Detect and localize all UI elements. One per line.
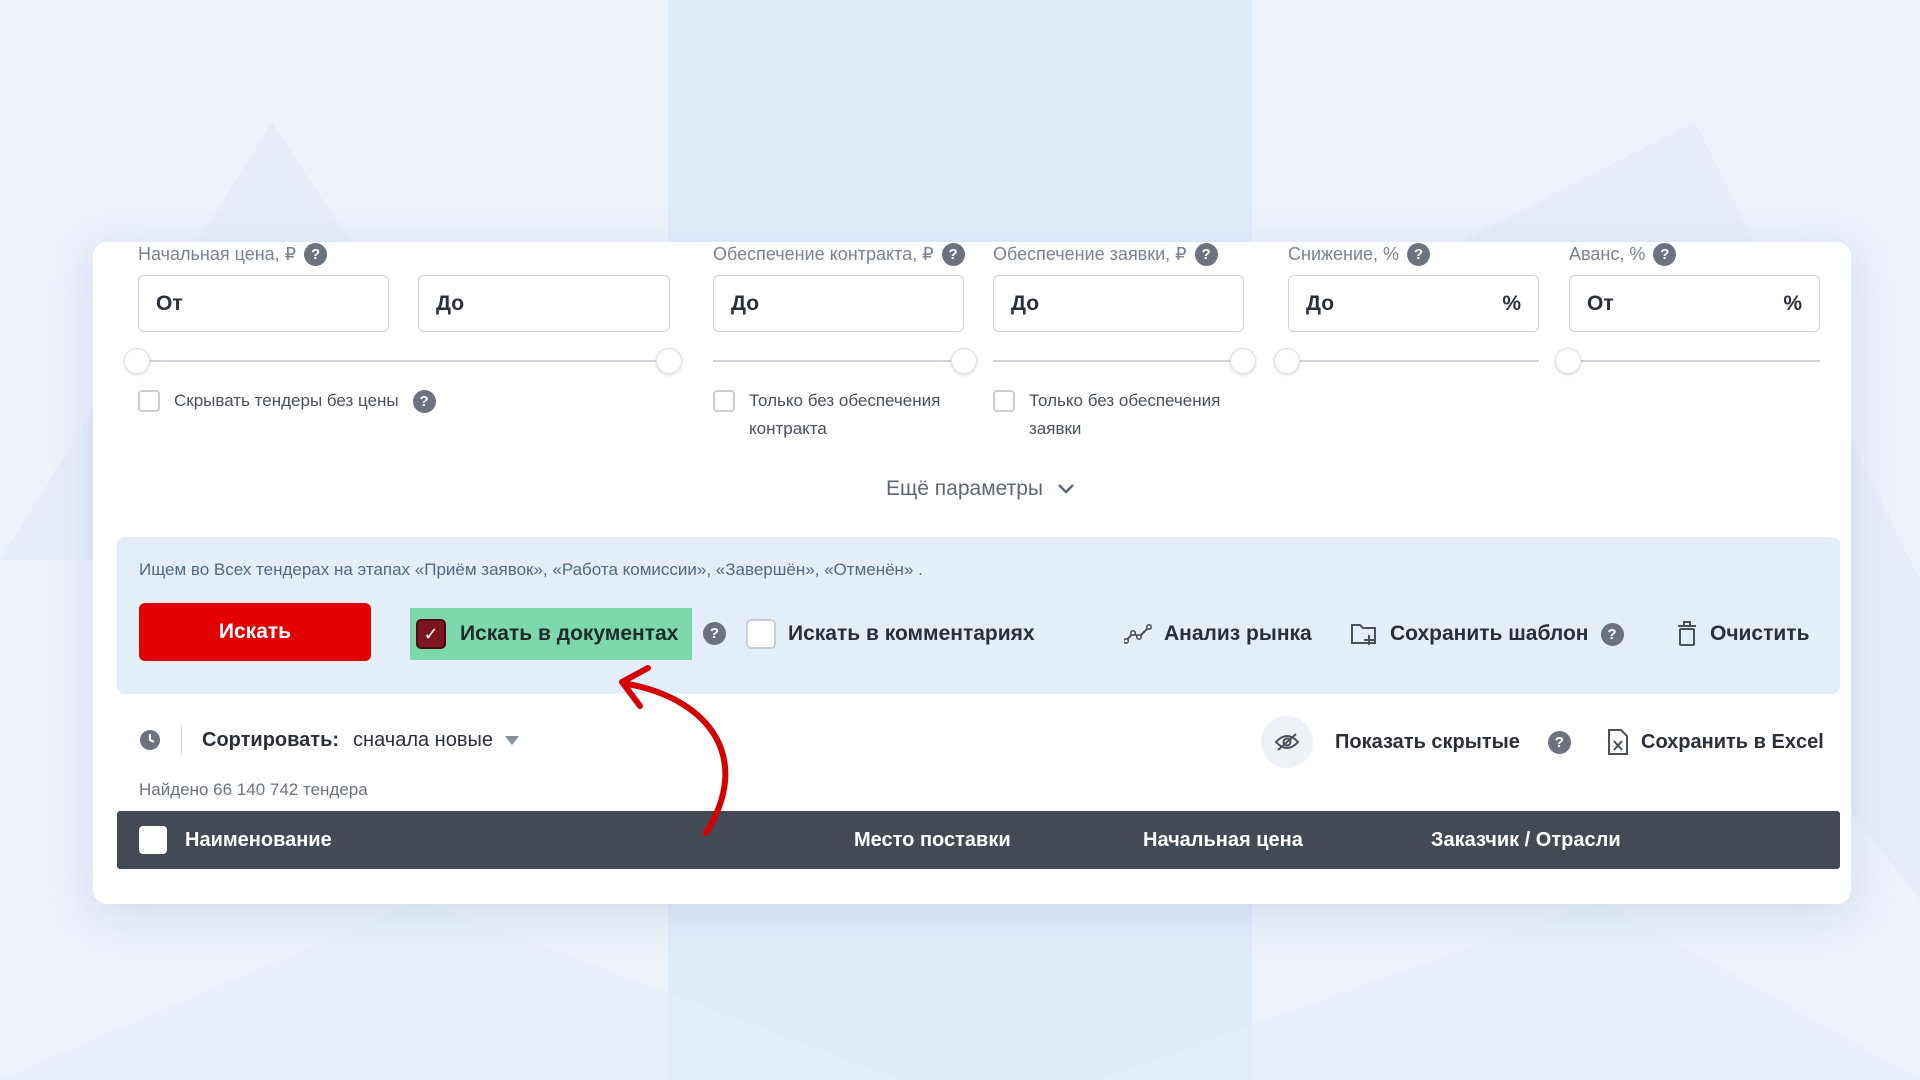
contract-security-label: Обеспечение контракта, ₽ ?: [713, 242, 965, 266]
sort-row: Сортировать: сначала новые: [139, 720, 519, 760]
sort-value: сначала новые: [353, 728, 493, 751]
contract-security-slider-track: [713, 360, 964, 362]
only-without-contract-security-row[interactable]: Только без обеспечения контракта: [713, 387, 973, 443]
search-panel: Ищем во Всех тендерах на этапах «Приём з…: [117, 537, 1840, 694]
help-icon[interactable]: ?: [1407, 242, 1431, 266]
save-template-button[interactable]: Сохранить шаблон ?: [1350, 608, 1624, 660]
bid-security-slider-track: [993, 360, 1244, 362]
more-params-label: Ещё параметры: [886, 477, 1044, 500]
save-excel-label: Сохранить в Excel: [1641, 730, 1824, 753]
search-in-comments-option[interactable]: Искать в комментариях: [746, 608, 1035, 660]
advance-slider-track: [1569, 360, 1820, 362]
chevron-down-icon: [1058, 484, 1074, 494]
search-in-documents-option[interactable]: ✓ Искать в документах: [410, 608, 692, 660]
column-start-price[interactable]: Начальная цена: [1143, 829, 1303, 852]
help-icon[interactable]: ?: [941, 242, 965, 266]
hide-without-price-checkbox[interactable]: [138, 390, 160, 412]
reduction-slider-handle[interactable]: [1274, 348, 1300, 374]
advance-label: Аванс, % ?: [1569, 242, 1677, 266]
results-count: Найдено 66 140 742 тендера: [139, 780, 368, 799]
percent-unit: %: [1502, 291, 1521, 315]
caret-down-icon: [504, 735, 519, 745]
clear-label: Очистить: [1710, 622, 1810, 645]
help-icon[interactable]: ?: [1600, 622, 1624, 646]
only-without-contract-security-checkbox[interactable]: [713, 390, 735, 412]
search-scope-info: Ищем во Всех тендерах на этапах «Приём з…: [139, 560, 923, 579]
start-price-label: Начальная цена, ₽ ?: [138, 242, 328, 266]
save-excel-button[interactable]: Сохранить в Excel: [1607, 716, 1824, 768]
reduction-label: Снижение, % ?: [1288, 242, 1431, 266]
bid-security-label: Обеспечение заявки, ₽ ?: [993, 242, 1218, 266]
only-without-contract-security-label: Только без обеспечения контракта: [749, 391, 941, 438]
only-without-bid-security-checkbox[interactable]: [993, 390, 1015, 412]
only-without-bid-security-row[interactable]: Только без обеспечения заявки: [993, 387, 1253, 443]
advance-slider-handle[interactable]: [1555, 348, 1581, 374]
select-all-checkbox[interactable]: [139, 826, 167, 854]
excel-file-icon: [1608, 729, 1628, 755]
sort-dropdown[interactable]: сначала новые: [353, 729, 519, 752]
clock-icon[interactable]: [139, 729, 161, 751]
search-in-documents-label: Искать в документах: [460, 622, 679, 645]
percent-unit: %: [1783, 291, 1802, 315]
sort-label: Сортировать:: [202, 728, 340, 751]
start-price-to-input[interactable]: До: [418, 275, 670, 332]
help-icon[interactable]: ?: [1653, 242, 1677, 266]
search-card: Начальная цена, ₽ ? От До Скрывать тенде…: [93, 242, 1851, 904]
bid-security-to-input[interactable]: До: [993, 275, 1244, 332]
reduction-to-input[interactable]: До %: [1288, 275, 1539, 332]
only-without-bid-security-label: Только без обеспечения заявки: [1029, 391, 1221, 438]
chart-line-icon: [1124, 623, 1152, 644]
search-button[interactable]: Искать: [139, 603, 371, 661]
table-header: Наименование Место поставки Начальная це…: [117, 811, 1840, 869]
market-analysis-button[interactable]: Анализ рынка: [1124, 608, 1312, 660]
check-icon[interactable]: ✓: [416, 619, 446, 649]
show-hidden-button[interactable]: Показать скрытые ?: [1261, 716, 1571, 768]
help-icon[interactable]: ?: [304, 242, 328, 266]
contract-security-slider-handle[interactable]: [951, 348, 977, 374]
trash-icon: [1678, 621, 1696, 646]
help-icon[interactable]: ?: [412, 390, 436, 413]
show-hidden-label: Показать скрытые: [1335, 730, 1520, 753]
clear-button[interactable]: Очистить: [1676, 608, 1810, 660]
advance-from-input[interactable]: От %: [1569, 275, 1820, 332]
hide-without-price-label: Скрывать тендеры без цены: [174, 391, 399, 410]
start-price-slider-track: [138, 360, 670, 362]
column-name[interactable]: Наименование: [185, 829, 332, 852]
divider: [181, 727, 182, 753]
start-price-from-input[interactable]: От: [138, 275, 389, 332]
help-icon[interactable]: ?: [703, 622, 726, 645]
folder-plus-icon: [1351, 624, 1376, 645]
bid-security-slider-handle[interactable]: [1230, 348, 1256, 374]
contract-security-to-input[interactable]: До: [713, 275, 964, 332]
eye-off-icon: [1261, 716, 1313, 768]
column-delivery-place[interactable]: Место поставки: [854, 829, 1011, 852]
help-icon[interactable]: ?: [1547, 730, 1571, 754]
start-price-slider-max-handle[interactable]: [656, 348, 682, 374]
save-template-label: Сохранить шаблон: [1390, 622, 1589, 645]
hide-without-price-checkbox-row[interactable]: Скрывать тендеры без цены ?: [138, 387, 436, 415]
market-analysis-label: Анализ рынка: [1164, 622, 1312, 645]
more-params-toggle[interactable]: Ещё параметры: [886, 477, 1075, 501]
column-customer-industries[interactable]: Заказчик / Отрасли: [1431, 829, 1621, 852]
help-icon[interactable]: ?: [1194, 242, 1218, 266]
search-in-comments-label: Искать в комментариях: [788, 622, 1035, 645]
reduction-slider-track: [1288, 360, 1539, 362]
start-price-slider-min-handle[interactable]: [124, 348, 150, 374]
search-in-comments-checkbox[interactable]: [746, 619, 776, 649]
